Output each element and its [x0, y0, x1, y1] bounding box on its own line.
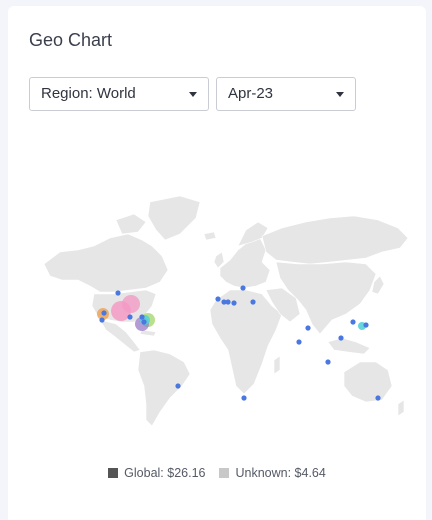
map-marker[interactable]: [99, 317, 105, 323]
caret-down-icon: [189, 92, 197, 97]
region-select[interactable]: Region: World: [29, 77, 209, 111]
chart-legend: Global: $26.16 Unknown: $4.64: [8, 466, 426, 480]
map-marker[interactable]: [325, 359, 331, 365]
legend-label-unknown: Unknown: $4.64: [235, 466, 326, 480]
map-region-southeast-asia[interactable]: [327, 337, 371, 355]
legend-item-global: Global: $26.16: [108, 466, 205, 480]
date-select-value: Apr-23: [228, 85, 274, 102]
map-marker[interactable]: [296, 339, 302, 345]
map-region-australia[interactable]: [343, 361, 393, 403]
map-marker[interactable]: [175, 383, 181, 389]
region-select-value: Region: World: [41, 85, 136, 102]
map-region-europe[interactable]: [219, 237, 271, 289]
map-marker[interactable]: [101, 310, 107, 316]
map-marker[interactable]: [350, 319, 356, 325]
map-region-iceland[interactable]: [203, 231, 217, 241]
map-bubble[interactable]: [122, 295, 140, 313]
date-select[interactable]: Apr-23: [216, 77, 356, 111]
map-region-new-zealand[interactable]: [397, 399, 405, 417]
map-marker[interactable]: [363, 322, 369, 328]
map-marker[interactable]: [241, 395, 247, 401]
legend-label-global: Global: $26.16: [124, 466, 206, 480]
map-marker[interactable]: [375, 395, 381, 401]
map-region-central-america[interactable]: [99, 319, 141, 353]
geo-chart-card: Geo Chart Region: World Apr-23 Global: $…: [8, 6, 426, 520]
legend-item-unknown: Unknown: $4.64: [219, 466, 326, 480]
world-map[interactable]: [30, 190, 410, 436]
map-region-canada[interactable]: [43, 233, 169, 293]
map-marker[interactable]: [115, 290, 121, 296]
map-region-greenland[interactable]: [147, 195, 201, 241]
card-title: Geo Chart: [29, 30, 113, 50]
map-marker[interactable]: [215, 296, 221, 302]
map-marker[interactable]: [225, 299, 231, 305]
map-region-africa[interactable]: [209, 289, 283, 395]
map-marker[interactable]: [127, 314, 133, 320]
map-marker[interactable]: [250, 299, 256, 305]
map-region-madagascar[interactable]: [273, 355, 281, 375]
world-map-svg[interactable]: [30, 190, 410, 436]
map-region-uk[interactable]: [213, 251, 225, 269]
map-marker[interactable]: [338, 335, 344, 341]
map-marker[interactable]: [139, 314, 145, 320]
caret-down-icon: [336, 92, 344, 97]
legend-swatch-unknown: [219, 468, 230, 478]
map-marker[interactable]: [141, 319, 147, 325]
map-region-south-america[interactable]: [137, 349, 191, 427]
map-region-arctic-islands[interactable]: [115, 213, 147, 235]
map-marker[interactable]: [240, 285, 246, 291]
legend-swatch-global: [108, 468, 119, 478]
map-marker[interactable]: [231, 300, 237, 306]
map-marker[interactable]: [305, 325, 311, 331]
map-region-russia[interactable]: [261, 215, 409, 265]
